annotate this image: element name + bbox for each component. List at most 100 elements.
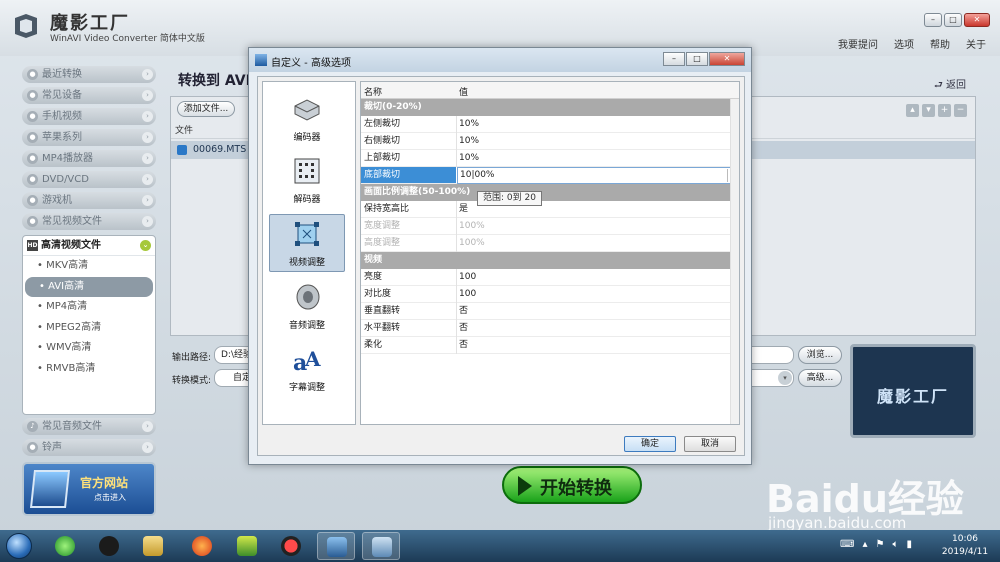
window-controls: – □ ✕	[924, 13, 990, 27]
close-button[interactable]: ✕	[964, 13, 990, 27]
row-top-crop[interactable]: 上部裁切 10%	[361, 150, 739, 167]
promo-subtitle: 点击进入	[94, 493, 126, 502]
chevron-down-icon: ⌄	[140, 240, 151, 251]
dialog-maximize-button[interactable]: □	[686, 52, 708, 66]
group-crop[interactable]: 裁切(0-20%)	[361, 99, 739, 116]
dropdown-arrow-icon[interactable]: ▾	[778, 371, 792, 385]
taskbar-360-browser[interactable]	[46, 532, 84, 560]
official-site-banner[interactable]: 官方网站 点击进入	[22, 462, 156, 516]
maximize-button[interactable]: □	[944, 13, 962, 27]
sidebar-subitem-mkv[interactable]: • MKV高清	[23, 256, 155, 277]
sidebar-subitem-rmvb[interactable]: • RMVB高清	[23, 359, 155, 380]
ok-button[interactable]: 确定	[624, 436, 676, 452]
group-video[interactable]: 视频	[361, 252, 739, 269]
row-left-crop[interactable]: 左侧裁切 10%	[361, 116, 739, 133]
sidebar-item-ringtone[interactable]: ● 铃声 ›	[22, 439, 156, 456]
category-video-adjust[interactable]: 视频调整	[269, 214, 345, 272]
taskbar-explorer[interactable]	[134, 532, 172, 560]
video-file-icon	[177, 145, 187, 155]
row-soften[interactable]: 柔化否	[361, 337, 739, 354]
subtitle-icon: aA	[293, 347, 321, 376]
speaker-icon	[296, 284, 320, 310]
sidebar-subitem-avi[interactable]: • AVI高清	[25, 276, 153, 297]
sidebar-item-mp4-player[interactable]: ● MP4播放器 ›	[22, 150, 156, 167]
sidebar-item-recent[interactable]: ● 最近转换 ›	[22, 66, 156, 83]
remove-icon[interactable]: −	[954, 104, 967, 117]
back-button[interactable]: ⮐ 返回	[934, 76, 966, 95]
taskbar-winavi-dialog[interactable]	[362, 532, 400, 560]
start-convert-button[interactable]: 开始转换	[502, 466, 642, 504]
menu-about[interactable]: 关于	[966, 36, 986, 51]
network-icon[interactable]: ▮	[906, 539, 912, 550]
row-brightness[interactable]: 亮度 100	[361, 269, 739, 286]
menu-options[interactable]: 选项	[894, 36, 914, 51]
sidebar-subitem-mpeg2[interactable]: • MPEG2高清	[23, 318, 155, 339]
sidebar-item-game-console[interactable]: ● 游戏机 ›	[22, 192, 156, 209]
clock-time: 10:06	[952, 534, 978, 544]
group-aspect[interactable]: 画面比例调整(50-100%)	[361, 184, 739, 201]
sidebar-subitem-wmv[interactable]: • WMV高清	[23, 338, 155, 359]
keyboard-icon[interactable]: ⌨	[840, 539, 854, 550]
sidebar-item-dvd[interactable]: ● DVD/VCD ›	[22, 171, 156, 188]
dialog-icon	[372, 537, 392, 557]
taskbar-firefox[interactable]	[183, 532, 221, 560]
cancel-button[interactable]: 取消	[684, 436, 736, 452]
bottom-crop-editor[interactable]: 10|00% ▲▼	[457, 167, 739, 184]
convert-mode-label: 转换模式:	[172, 376, 212, 386]
category-subtitle-adjust[interactable]: aA 字幕调整	[269, 340, 345, 398]
disc-icon: ●	[27, 174, 38, 185]
row-horizontal-flip[interactable]: 水平翻转否	[361, 320, 739, 337]
row-right-crop[interactable]: 右侧裁切 10%	[361, 133, 739, 150]
chevron-right-icon: ›	[142, 90, 153, 101]
advanced-button[interactable]: 高级...	[798, 369, 842, 387]
sidebar-subitem-mp4[interactable]: • MP4高清	[23, 297, 155, 318]
category-encoder[interactable]: 编码器	[269, 90, 345, 148]
encoder-icon	[294, 99, 320, 121]
bottom-crop-value[interactable]: 10|00%	[460, 168, 495, 183]
sidebar-item-phone[interactable]: ● 手机视频 ›	[22, 108, 156, 125]
dialog-close-button[interactable]: ✕	[709, 52, 745, 66]
chevron-right-icon: ›	[142, 216, 153, 227]
taskbar-winavi[interactable]	[317, 532, 355, 560]
tray-expand-icon[interactable]: ▴	[862, 539, 867, 550]
row-bottom-crop[interactable]: 底部裁切 10|00% ▲▼	[361, 167, 739, 184]
clock[interactable]: 10:06 2019/4/11	[940, 533, 990, 559]
video-adjust-icon	[295, 222, 319, 246]
browse-button[interactable]: 浏览...	[798, 346, 842, 364]
taskbar-qq[interactable]	[90, 532, 128, 560]
row-vertical-flip[interactable]: 垂直翻转否	[361, 303, 739, 320]
sidebar-item-audio[interactable]: ♪ 常见音频文件 ›	[22, 418, 156, 435]
flag-icon[interactable]: ⚑	[875, 539, 884, 550]
category-audio-adjust[interactable]: 音频调整	[269, 278, 345, 336]
row-keep-ratio[interactable]: 保持宽高比是	[361, 201, 739, 218]
taskbar-media-player[interactable]	[228, 532, 266, 560]
property-grid: 名称 值 裁切(0-20%) 左侧裁切 10% 右侧裁切 10% 上部裁切 10% 底…	[360, 81, 740, 425]
volume-icon[interactable]: 🔈︎	[892, 539, 898, 550]
add-icon[interactable]: +	[938, 104, 951, 117]
taskbar: ⌨ ▴ ⚑ 🔈︎ ▮ 10:06 2019/4/11	[0, 530, 1000, 562]
chevron-right-icon: ›	[142, 153, 153, 164]
dialog-titlebar: 自定义 - 高级选项 – □ ✕	[249, 48, 751, 72]
record-icon	[281, 536, 301, 556]
advanced-options-dialog: 自定义 - 高级选项 – □ ✕ 编码器 解码器 视频调整 音频调整 a A 字…	[248, 47, 752, 465]
sidebar-item-hd-video[interactable]: HD 高清视频文件 ⌄	[23, 236, 155, 256]
list-toolbar: ▴ ▾ + −	[906, 104, 967, 117]
start-menu-icon[interactable]	[6, 533, 32, 559]
add-file-button[interactable]: 添加文件...	[177, 101, 235, 117]
sidebar-item-common-video[interactable]: ● 常见视频文件 ›	[22, 213, 156, 230]
dialog-minimize-button[interactable]: –	[663, 52, 685, 66]
taskbar-recorder[interactable]	[272, 532, 310, 560]
grid-scrollbar[interactable]	[730, 99, 739, 424]
clock-date: 2019/4/11	[941, 547, 989, 557]
menu-ask-question[interactable]: 我要提问	[838, 36, 878, 51]
sidebar-item-apple[interactable]: ● 苹果系列 ›	[22, 129, 156, 146]
sidebar-item-devices[interactable]: ● 常见设备 ›	[22, 87, 156, 104]
dialog-window-controls: – □ ✕	[663, 52, 745, 66]
row-contrast[interactable]: 对比度 100	[361, 286, 739, 303]
menu-help[interactable]: 帮助	[930, 36, 950, 51]
move-up-icon[interactable]: ▴	[906, 104, 919, 117]
category-decoder[interactable]: 解码器	[269, 152, 345, 210]
minimize-button[interactable]: –	[924, 13, 942, 27]
sidebar: ● 最近转换 › ● 常见设备 › ● 手机视频 › ● 苹果系列 › ● MP4播放器 › ● DV…	[14, 60, 162, 520]
move-down-icon[interactable]: ▾	[922, 104, 935, 117]
